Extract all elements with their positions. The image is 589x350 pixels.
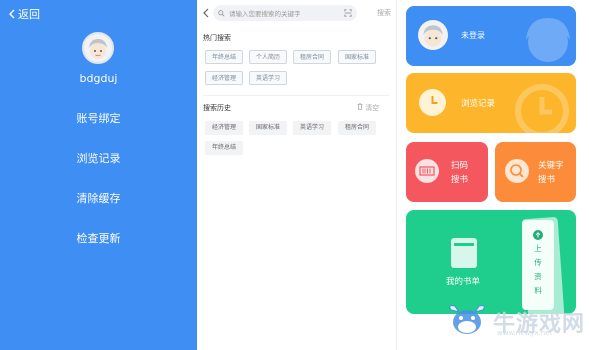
history-tag[interactable]: 年终总结 — [205, 141, 243, 155]
browse-history-label: 浏览记录 — [461, 99, 496, 109]
chevron-left-icon — [9, 9, 15, 19]
bookshelf-label: 我的书单 — [446, 277, 481, 287]
hot-tag[interactable]: 国家标准 — [338, 50, 376, 64]
upload-icon — [533, 230, 543, 240]
chevron-left-icon[interactable] — [203, 8, 209, 18]
avatar-watermark-icon — [526, 18, 570, 62]
scan-search-card[interactable]: 扫码 搜书 — [406, 142, 488, 202]
barcode-icon — [415, 159, 439, 183]
search-bar: 请输入您要搜索的关键字 搜索 — [203, 5, 393, 21]
clear-history-button[interactable]: 清空 — [357, 103, 379, 113]
login-card[interactable]: 未登录 — [406, 6, 576, 66]
scan-label-line2: 搜书 — [451, 175, 469, 185]
watermark-url: www.newyx.net — [497, 329, 553, 337]
history-tag[interactable]: 经济管理 — [205, 121, 243, 135]
hot-search-title: 热门搜索 — [203, 34, 231, 42]
hot-tag[interactable]: 英语学习 — [249, 71, 287, 85]
back-label: 返回 — [18, 8, 40, 21]
divider — [203, 95, 389, 96]
clock-icon — [419, 89, 446, 116]
upload-material-button[interactable]: 上 传 资 料 — [522, 220, 554, 310]
upload-char: 资 — [534, 272, 542, 281]
avatar[interactable] — [82, 32, 114, 64]
scan-icon[interactable] — [344, 9, 352, 17]
history-tag[interactable]: 租房合同 — [338, 121, 376, 135]
trash-icon — [357, 103, 363, 110]
browse-history-card[interactable]: 浏览记录 — [406, 73, 576, 133]
magnifier-icon — [505, 159, 529, 183]
avatar-face-icon — [89, 39, 107, 59]
side-panel: 返回 bdgduj 账号绑定 浏览记录 清除缓存 检查更新 — [0, 0, 197, 350]
hot-tag[interactable]: 年终总结 — [205, 50, 243, 64]
history-tag[interactable]: 英语学习 — [293, 121, 331, 135]
back-button[interactable]: 返回 — [8, 6, 40, 22]
keyword-label-line2: 搜书 — [538, 175, 556, 185]
hot-tag[interactable]: 个人简历 — [249, 50, 287, 64]
login-status: 未登录 — [461, 31, 485, 40]
history-tag[interactable]: 国家标准 — [249, 121, 287, 135]
clock-watermark-icon — [515, 84, 569, 133]
menu-account-binding[interactable]: 账号绑定 — [0, 110, 197, 126]
login-avatar — [418, 20, 448, 50]
keyword-search-card[interactable]: 关键字 搜书 — [495, 142, 576, 202]
book-icon — [451, 238, 477, 268]
search-button[interactable]: 搜索 — [377, 8, 391, 18]
card-panel: 未登录 浏览记录 扫码 搜书 关键字 搜书 我的书单 上 传 资 料 — [397, 0, 589, 350]
hot-tag[interactable]: 租房合同 — [293, 50, 331, 64]
search-panel: 请输入您要搜索的关键字 搜索 热门搜索 年终总结 个人简历 租房合同 国家标准 … — [197, 0, 397, 350]
upload-char: 传 — [534, 258, 542, 267]
search-placeholder: 请输入您要搜索的关键字 — [229, 10, 301, 18]
search-history-title: 搜索历史 — [203, 104, 231, 112]
search-icon — [218, 9, 225, 17]
menu-clear-cache[interactable]: 清除缓存 — [0, 190, 197, 206]
scan-label-line1: 扫码 — [451, 161, 469, 171]
hot-tag[interactable]: 经济管理 — [205, 71, 243, 85]
upload-char: 料 — [534, 286, 542, 295]
bull-logo-icon — [449, 304, 485, 334]
site-watermark: 牛游戏网 www.newyx.net — [445, 302, 585, 342]
menu-browse-history[interactable]: 浏览记录 — [0, 150, 197, 166]
username: bdgduj — [79, 72, 118, 85]
clear-label: 清空 — [365, 104, 380, 112]
upload-char: 上 — [534, 244, 542, 253]
avatar-face-icon — [423, 25, 443, 47]
menu-check-update[interactable]: 检查更新 — [0, 230, 197, 246]
bookshelf-card[interactable]: 我的书单 上 传 资 料 — [406, 210, 576, 314]
search-input[interactable]: 请输入您要搜索的关键字 — [213, 5, 357, 21]
keyword-label-line1: 关键字 — [538, 161, 564, 171]
